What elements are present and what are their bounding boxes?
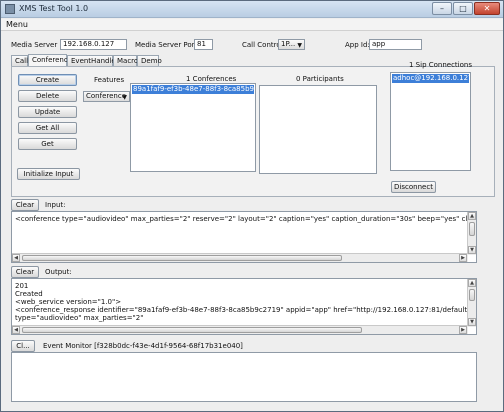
update-button[interactable]: Update [18, 106, 77, 118]
media-server-ip-label: Media Server IP [11, 41, 66, 49]
output-line: Created [15, 290, 43, 298]
app-id-field[interactable]: app [369, 39, 422, 50]
scroll-down-icon[interactable]: ▼ [468, 246, 476, 254]
app-icon [5, 4, 15, 14]
scroll-up-icon[interactable]: ▲ [468, 279, 476, 287]
conferences-header: 1 Conferences [186, 75, 237, 83]
conference-panel: Create Delete Update Get All Get Initial… [11, 61, 495, 197]
tab-conference[interactable]: Conference [28, 54, 72, 66]
menu-item-menu[interactable]: Menu [6, 20, 28, 29]
output-label: Output: [45, 268, 72, 276]
tab-demo[interactable]: Demo [137, 55, 162, 66]
maximize-icon[interactable]: □ [453, 2, 473, 15]
input-horizontal-scrollbar[interactable]: ◀ ▶ [12, 253, 468, 262]
scroll-down-icon[interactable]: ▼ [468, 318, 476, 326]
title-bar: XMS Test Tool 1.0 – □ ✕ [1, 1, 503, 18]
create-button[interactable]: Create [18, 74, 77, 86]
scroll-right-icon[interactable]: ▶ [459, 326, 467, 334]
features-value: Conference [86, 92, 127, 100]
scroll-thumb[interactable] [22, 327, 362, 333]
app-window: XMS Test Tool 1.0 – □ ✕ Menu Media Serve… [0, 0, 504, 412]
initialize-input-button[interactable]: Initialize Input [17, 168, 80, 180]
input-textarea[interactable]: <conference type="audiovideo" max_partie… [11, 211, 477, 263]
output-line: 201 [15, 282, 29, 290]
conferences-list[interactable]: 89a1faf9-ef3b-48e7-88f3-8ca85b9c2719 [130, 83, 256, 172]
app-id-label: App Id: [345, 41, 370, 49]
input-label: Input: [45, 201, 66, 209]
sip-connection-list-item[interactable]: adhoc@192.168.0.127 [392, 74, 470, 83]
delete-button[interactable]: Delete [18, 90, 77, 102]
input-clear-button[interactable]: Clear [11, 199, 39, 211]
media-server-port-field[interactable]: 81 [194, 39, 213, 50]
call-control-value: 1P... [281, 40, 296, 48]
output-line: type="audiovideo" max_parties="2" [15, 314, 144, 322]
output-horizontal-scrollbar[interactable]: ◀ ▶ [12, 325, 468, 334]
media-server-ip-field[interactable]: 192.168.0.127 [60, 39, 127, 50]
minimize-icon[interactable]: – [432, 2, 452, 15]
features-label: Features [94, 76, 125, 84]
sip-connections-list[interactable]: adhoc@192.168.0.127 [390, 72, 471, 171]
output-line: <web_service version="1.0"> [15, 298, 122, 306]
scroll-left-icon[interactable]: ◀ [12, 326, 20, 334]
disconnect-button[interactable]: Disconnect [391, 181, 436, 193]
chevron-down-icon: ▼ [297, 42, 302, 49]
event-monitor-label: Event Monitor [f328b0dc-f43e-4d1f-9564-6… [43, 342, 243, 350]
features-select[interactable]: Conference ▼ [83, 91, 130, 102]
get-all-button[interactable]: Get All [18, 122, 77, 134]
scroll-thumb[interactable] [22, 255, 342, 261]
output-textarea[interactable]: 201 Created <web_service version="1.0"> … [11, 278, 477, 335]
call-control-label: Call Control [242, 41, 283, 49]
window-title: XMS Test Tool 1.0 [19, 4, 89, 13]
tab-eventhandler[interactable]: EventHandler [67, 55, 119, 66]
event-monitor-textarea[interactable] [11, 352, 477, 402]
scroll-right-icon[interactable]: ▶ [459, 254, 467, 262]
scroll-up-icon[interactable]: ▲ [468, 212, 476, 220]
input-text: <conference type="audiovideo" max_partie… [15, 215, 477, 223]
conference-list-item[interactable]: 89a1faf9-ef3b-48e7-88f3-8ca85b9c2719 [132, 85, 255, 94]
output-clear-button[interactable]: Clear [11, 266, 39, 278]
participants-header: 0 Participants [296, 75, 344, 83]
sip-connections-header: 1 Sip Connections [409, 61, 472, 69]
menu-bar: Menu [1, 19, 503, 31]
media-server-port-label: Media Server Port [135, 41, 198, 49]
input-vertical-scrollbar[interactable]: ▲ ▼ [467, 212, 476, 255]
close-icon[interactable]: ✕ [474, 2, 500, 15]
output-line: <conference_response identifier="89a1faf… [15, 306, 477, 314]
scroll-left-icon[interactable]: ◀ [12, 254, 20, 262]
scroll-thumb[interactable] [469, 222, 475, 236]
event-monitor-clear-button[interactable]: Cl... [11, 340, 35, 352]
chevron-down-icon: ▼ [122, 94, 127, 101]
get-button[interactable]: Get [18, 138, 77, 150]
tab-macro[interactable]: Macro [113, 55, 138, 66]
call-control-select[interactable]: 1P... ▼ [278, 39, 305, 50]
participants-list[interactable] [259, 85, 377, 174]
tab-call[interactable]: Call [11, 55, 28, 66]
scroll-thumb[interactable] [469, 289, 475, 301]
output-vertical-scrollbar[interactable]: ▲ ▼ [467, 279, 476, 327]
